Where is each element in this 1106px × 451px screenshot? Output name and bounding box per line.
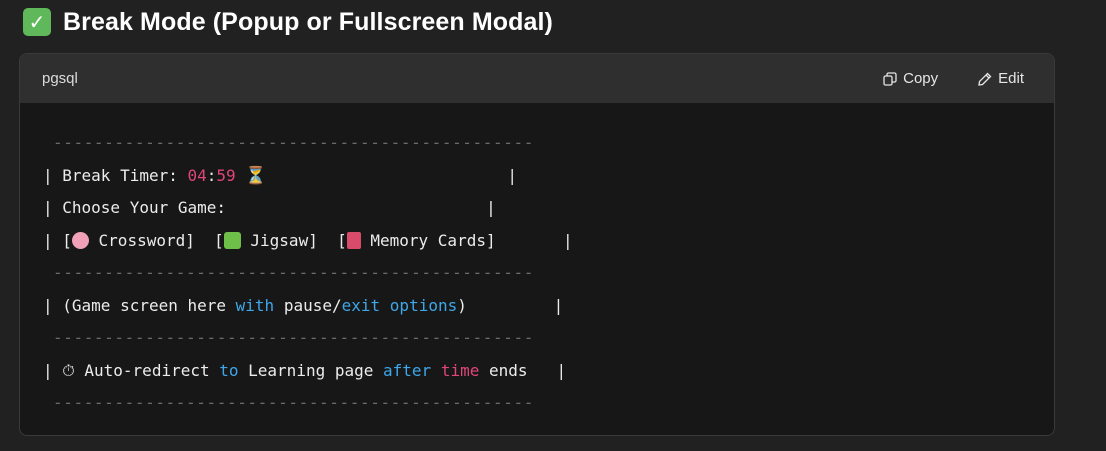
- hourglass-icon: ⏳: [245, 165, 267, 186]
- divider-line: ----------------------------------------…: [53, 328, 534, 347]
- redirect-text: Auto-redirect: [74, 360, 220, 380]
- edit-label: Edit: [998, 70, 1024, 87]
- game-screen-text-3: ): [457, 295, 467, 315]
- redirect-text-2: Learning page: [238, 360, 384, 380]
- code-line-redirect: | ⏱ Auto-redirect to Learning page after…: [43, 360, 567, 380]
- code-line-timer: | Break Timer: 04:59 ⏳ |: [43, 160, 1054, 193]
- keyword-after: after: [383, 360, 432, 380]
- keyword-exit: exit: [341, 295, 381, 315]
- brain-icon: [71, 231, 89, 249]
- code-block: pgsql Copy Edit ------------------------…: [19, 53, 1055, 436]
- keyword-options: options: [389, 295, 458, 315]
- line-end-bar: |: [507, 165, 517, 185]
- code-line-game-screen: | (Game screen here with pause/exit opti…: [43, 290, 1054, 323]
- timer-label: | Break Timer:: [43, 165, 188, 185]
- code-actions: Copy Edit: [883, 70, 1024, 87]
- divider-line: ----------------------------------------…: [53, 393, 534, 412]
- redirect-text-3: ends: [479, 360, 528, 380]
- stopwatch-icon: ⏱: [62, 360, 75, 380]
- choose-game-text: | Choose Your Game:: [43, 198, 227, 217]
- flower-playing-cards-icon: [346, 231, 361, 249]
- timer-minutes: 04: [187, 165, 207, 185]
- game-screen-text: | (Game screen here: [43, 295, 236, 315]
- code-block-header: pgsql Copy Edit: [20, 54, 1054, 103]
- keyword-to: to: [219, 360, 239, 380]
- puzzle-piece-icon: [223, 231, 241, 249]
- line-end-bar: |: [553, 295, 564, 315]
- code-content: ----------------------------------------…: [20, 103, 1054, 420]
- check-mark-button-icon: ✓: [23, 8, 51, 36]
- divider-line: ----------------------------------------…: [53, 263, 534, 282]
- section-title: Break Mode (Popup or Fullscreen Modal): [63, 7, 553, 36]
- line-end-bar: |: [563, 230, 573, 250]
- section-heading: ✓ Break Mode (Popup or Fullscreen Modal): [23, 4, 553, 40]
- game-crossword: Crossword] [: [88, 230, 224, 250]
- game-jigsaw: Jigsaw] [: [240, 230, 347, 250]
- copy-label: Copy: [903, 70, 939, 87]
- keyword-time: time: [440, 360, 480, 380]
- timer-seconds: 59: [216, 165, 236, 185]
- divider-line: ----------------------------------------…: [53, 133, 534, 152]
- game-memory-cards: Memory Cards]: [360, 230, 496, 250]
- edit-button[interactable]: Edit: [978, 70, 1024, 87]
- line-end-bar: |: [486, 198, 496, 217]
- pencil-icon: [978, 72, 992, 86]
- code-line-games: | [ Crossword] [ Jigsaw] [ Memory Cards]…: [43, 225, 1054, 258]
- copy-icon: [883, 71, 897, 86]
- timer-separator: :: [206, 165, 217, 185]
- keyword-with: with: [235, 295, 275, 315]
- copy-button[interactable]: Copy: [883, 70, 938, 87]
- line-end-bar: |: [556, 360, 567, 380]
- code-language-label: pgsql: [42, 70, 78, 87]
- game-screen-text-2: pause/: [274, 295, 342, 315]
- games-open: | [: [43, 230, 72, 250]
- code-line-choose: | Choose Your Game: |: [43, 192, 1054, 225]
